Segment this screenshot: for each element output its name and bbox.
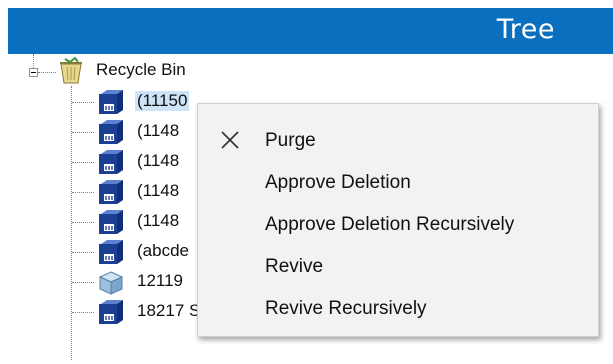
close-icon bbox=[221, 131, 239, 149]
tree-node-label: (1148 bbox=[137, 151, 180, 170]
menu-item-revive[interactable]: Revive bbox=[198, 247, 598, 287]
menu-item-approve-deletion-recursively[interactable]: Approve Deletion Recursively bbox=[198, 205, 598, 245]
menu-item-approve-deletion[interactable]: Approve Deletion bbox=[198, 163, 598, 203]
database-icon bbox=[99, 210, 123, 234]
tree-node-label: (1148 bbox=[137, 181, 180, 200]
tree-connector bbox=[72, 312, 94, 313]
menu-item-label: Revive bbox=[265, 256, 324, 277]
tree-connector bbox=[72, 282, 94, 283]
menu-item-label: Approve Deletion bbox=[265, 172, 411, 193]
tree-node-label: (abcde bbox=[137, 241, 189, 260]
menu-item-label: Approve Deletion Recursively bbox=[265, 214, 515, 235]
cube-icon bbox=[98, 271, 124, 295]
tree-connector bbox=[38, 72, 56, 73]
collapse-toggle[interactable] bbox=[29, 68, 38, 77]
menu-item-label: Purge bbox=[265, 130, 316, 151]
tree-connector bbox=[72, 102, 94, 103]
database-icon bbox=[99, 300, 123, 324]
database-icon bbox=[99, 120, 123, 144]
tree-connector bbox=[72, 192, 94, 193]
tree-connector bbox=[33, 54, 34, 68]
menu-item-label: Revive Recursively bbox=[265, 298, 427, 319]
tree-node-label: (1148 bbox=[137, 121, 180, 140]
recycle-bin-icon bbox=[60, 56, 82, 84]
tree-node-label: 12119 bbox=[137, 271, 184, 290]
tree-connector bbox=[72, 222, 94, 223]
tree-node-recycle-bin[interactable]: Recycle Bin bbox=[96, 60, 186, 80]
context-menu: Purge Approve Deletion Approve Deletion … bbox=[197, 103, 599, 337]
database-icon bbox=[99, 150, 123, 174]
panel-header: Tree bbox=[8, 8, 613, 54]
tree-node-label: (1148 bbox=[137, 211, 180, 230]
tree-connector bbox=[72, 162, 94, 163]
database-icon bbox=[99, 240, 123, 264]
database-icon bbox=[99, 90, 123, 114]
tree-connector bbox=[72, 252, 94, 253]
tree-node-label: (11150 bbox=[135, 91, 190, 111]
menu-item-purge[interactable]: Purge bbox=[198, 121, 598, 161]
database-icon bbox=[99, 180, 123, 204]
menu-item-revive-recursively[interactable]: Revive Recursively bbox=[198, 289, 598, 329]
tree-connector bbox=[72, 132, 94, 133]
panel-title: Tree bbox=[496, 14, 555, 45]
